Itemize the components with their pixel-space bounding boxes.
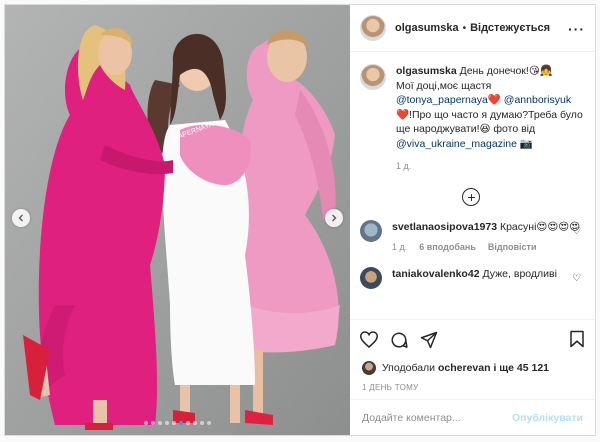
share-icon[interactable] [420,331,438,349]
carousel-dot [192,421,197,425]
likes-count[interactable]: і ще 45 121 [493,362,549,374]
caption-username[interactable]: olgasumska [396,65,457,77]
comment-icon[interactable] [390,331,408,349]
carousel-dot [199,421,204,425]
next-photo-button[interactable] [324,209,343,227]
author-avatar[interactable] [359,15,386,41]
post-actions-bar [349,319,595,359]
caption-avatar[interactable] [359,64,386,90]
add-comment-bar: Опублікувати [349,399,595,435]
carousel-dot [178,421,183,425]
carousel-dot [171,421,176,425]
publish-button[interactable]: Опублікувати [512,412,583,424]
header-separator: • [462,22,467,34]
like-comment-heart-icon[interactable]: ♡ [572,273,581,284]
plus-circle-icon: + [462,187,481,206]
carousel-dot [206,421,211,425]
photo-scene: PAPERNAYA [5,5,350,435]
liker-avatar[interactable] [361,361,376,375]
chevron-left-icon [18,214,23,222]
caption-text-2: Мої доці,моє щастя [395,79,492,92]
comment-input[interactable] [361,411,512,424]
post-timestamp[interactable]: 1 ДЕНЬ ТОМУ [350,377,595,399]
caption-mention-3[interactable]: @viva_ukraine_magazine [396,138,517,150]
carousel-dot [143,421,148,425]
comment-body: taniakovalenko42 Дуже, вродливі [392,267,582,289]
comment-reply-button[interactable]: Відповісти [488,240,537,255]
caption-text-4: 📷 [519,137,533,150]
post-photo[interactable]: PAPERNAYA [5,5,350,435]
carousel-indicator [5,421,350,425]
load-more-comments-button[interactable]: + [360,187,583,206]
comment-age: 1 д. [391,242,408,252]
more-options-icon[interactable]: ··· [568,21,585,37]
likes-summary: Уподобали ocherevan і ще 45 121 [350,359,595,377]
like-comment-heart-icon[interactable]: ♡ [572,226,581,237]
post-caption: olgasumska День донечок!😘👧 Мої доці,моє … [359,64,583,174]
comment-body: svetlanaosipova1973 Красуні😍😍😍😍 1 д. 6 в… [392,220,582,255]
carousel-dot [185,421,190,425]
previous-photo-button[interactable] [12,209,30,227]
comment-text: Красуні😍😍😍😍 [499,220,581,233]
heart-icon[interactable] [359,331,378,348]
caption-mention-1[interactable]: @tonya_papernaya [396,94,488,106]
comment-item: svetlanaosipova1973 Красуні😍😍😍😍 1 д. 6 в… [359,219,583,255]
comments-section[interactable]: olgasumska День донечок!😘👧 Мої доці,моє … [350,52,595,319]
caption-body: olgasumska День донечок!😘👧 Мої доці,моє … [396,64,583,174]
caption-text-3: ❤️!Про що часто я думаю?Треба було ще на… [395,108,583,136]
bookmark-icon[interactable] [569,330,585,348]
post-side-panel: olgasumska • Відстежується ··· olgasumsk… [349,5,595,435]
follow-status-button[interactable]: Відстежується [470,22,550,34]
liker-username[interactable]: ocherevan [438,362,491,374]
carousel-dot [150,421,155,425]
carousel-dot [157,421,162,425]
caption-mention-2[interactable]: @annborisyuk [504,94,571,106]
chevron-right-icon [332,214,337,222]
likes-prefix: Уподобали [381,362,436,374]
caption-heart-1: ❤️ [487,94,501,106]
comment-item: taniakovalenko42 Дуже, вродливі ♡ [359,266,583,289]
comment-username[interactable]: taniakovalenko42 [392,268,480,280]
comment-likes-count[interactable]: 6 вподобань [419,240,476,255]
comment-text: Дуже, вродливі [482,267,557,280]
comment-username[interactable]: svetlanaosipova1973 [392,221,497,233]
caption-text-1: День донечок!😘👧 [459,65,553,77]
author-username[interactable]: olgasumska [395,22,459,34]
caption-age: 1 д. [395,161,412,171]
instagram-post: PAPERNAYA olgasumska • Відстежується ···… [4,4,596,436]
post-header: olgasumska • Відстежується ··· [349,5,595,52]
comment-meta: 1 д. 6 вподобань Відповісти [392,240,582,255]
carousel-dot [164,421,169,425]
comment-avatar[interactable] [359,219,382,242]
comment-avatar[interactable] [359,266,382,289]
